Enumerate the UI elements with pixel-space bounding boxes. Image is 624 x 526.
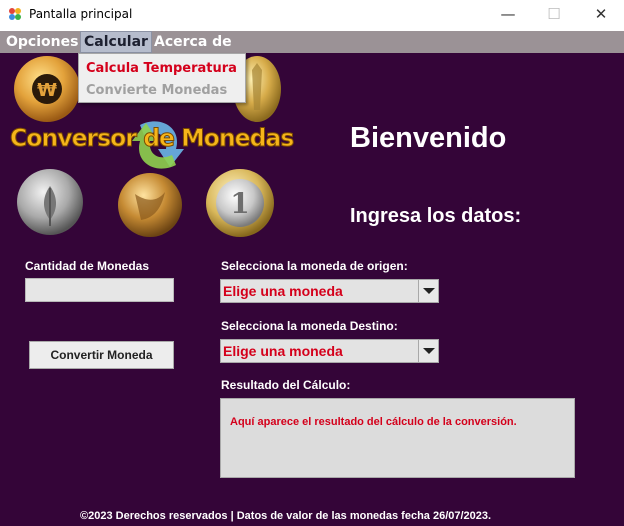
destination-currency-select[interactable]: Elige una moneda: [220, 339, 439, 363]
minimize-button[interactable]: —: [485, 0, 531, 31]
welcome-heading: Bienvenido: [350, 122, 507, 154]
origin-currency-select[interactable]: Elige una moneda: [220, 279, 439, 303]
amount-label: Cantidad de Monedas: [25, 259, 150, 273]
result-area: Aquí aparece el resultado del cálculo de…: [220, 398, 575, 478]
euro-coin-icon: 1: [206, 169, 274, 237]
origin-currency-value: Elige una moneda: [223, 283, 343, 299]
convert-button[interactable]: Convertir Moneda: [29, 341, 174, 369]
svg-text:₩: ₩: [37, 80, 57, 101]
menu-opciones[interactable]: Opciones: [3, 32, 81, 52]
result-label: Resultado del Cálculo:: [221, 378, 351, 392]
amount-input[interactable]: [25, 278, 174, 302]
menu-item-convierte-monedas[interactable]: Convierte Monedas: [86, 83, 227, 98]
window-title: Pantalla principal: [29, 7, 133, 21]
destination-label: Selecciona la moneda Destino:: [221, 319, 398, 333]
footer-text: ©2023 Derechos reservados | Datos de val…: [80, 510, 492, 522]
menu-bar: Opciones Calcular Acerca de: [0, 31, 624, 53]
title-bar: Pantalla principal — ☐ ✕: [0, 0, 624, 31]
app-logo-icon: [9, 8, 21, 20]
logo-title: Conversor de Monedas: [10, 124, 295, 153]
menu-item-calcula-temperatura[interactable]: Calcula Temperatura: [86, 61, 237, 76]
peso-coin-icon: [118, 173, 182, 237]
result-text: Aquí aparece el resultado del cálculo de…: [230, 416, 517, 428]
svg-text:1: 1: [230, 187, 249, 220]
won-coin-icon: ₩: [14, 56, 80, 122]
chevron-down-icon[interactable]: [418, 280, 438, 302]
destination-currency-value: Elige una moneda: [223, 343, 343, 359]
close-button[interactable]: ✕: [578, 0, 624, 31]
chevron-down-icon[interactable]: [418, 340, 438, 362]
yen-coin-icon: [17, 169, 83, 235]
calcular-dropdown-menu: Calcula Temperatura Convierte Monedas: [78, 53, 246, 103]
prompt-heading: Ingresa los datos:: [350, 205, 522, 227]
maximize-button[interactable]: ☐: [531, 0, 577, 31]
menu-acerca-de[interactable]: Acerca de: [151, 32, 235, 52]
origin-label: Selecciona la moneda de origen:: [221, 259, 408, 273]
menu-calcular[interactable]: Calcular: [80, 31, 152, 53]
